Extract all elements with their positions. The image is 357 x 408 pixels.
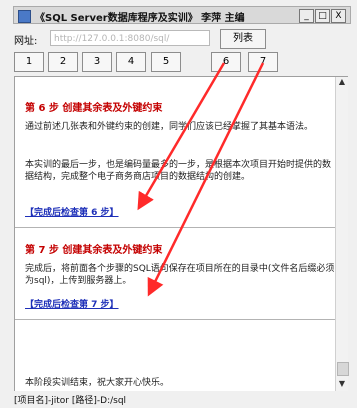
step-buttons: 1 2 3 4 5 6 7 <box>14 52 352 72</box>
step-button-1[interactable]: 1 <box>14 52 44 72</box>
step6-title: 第 6 步 创建其余表及外键约束 <box>25 103 163 114</box>
content-body: 第 6 步 创建其余表及外键约束 通过前述几张表和外键约束的创建，同学们应该已经… <box>15 77 337 391</box>
window-title: 《SQL Server数据库程序及实训》 李萍 主编 <box>35 13 245 24</box>
maximize-button[interactable]: □ <box>315 9 330 23</box>
status-bar: [项目名]-jitor [路径]-D:/sql <box>14 394 352 408</box>
scroll-thumb[interactable] <box>337 362 349 376</box>
scroll-down-icon[interactable]: ▼ <box>337 379 347 389</box>
ending-text: 本阶段实训结束，祝大家开心快乐。 <box>25 378 170 388</box>
step-button-3[interactable]: 3 <box>82 52 112 72</box>
minimize-button[interactable]: _ <box>299 9 314 23</box>
scroll-up-icon[interactable]: ▲ <box>337 77 347 87</box>
divider <box>15 319 337 320</box>
list-button[interactable]: 列表 <box>220 29 266 49</box>
step6-paragraph-1: 通过前述几张表和外键约束的创建，同学们应该已经掌握了其基本语法。 <box>25 122 314 132</box>
step7-paragraph-1: 完成后，将前面各个步骤的SQL语句保存在项目所在的目录中(文件名后缀必须为sql… <box>25 264 335 286</box>
divider <box>15 227 337 228</box>
url-label: 网址: <box>14 36 38 47</box>
step-button-4[interactable]: 4 <box>116 52 146 72</box>
check-step6-link[interactable]: 【完成后检查第 6 步】 <box>25 205 119 218</box>
step7-title: 第 7 步 创建其余表及外键约束 <box>25 245 163 256</box>
window-controls: _ □ X <box>299 9 346 23</box>
close-button[interactable]: X <box>331 9 346 23</box>
url-bar: 网址: http://127.0.0.1:8080/sql/ 列表 <box>14 28 352 49</box>
app-window: 《SQL Server数据库程序及实训》 李萍 主编 _ □ X 网址: htt… <box>0 0 357 408</box>
step-button-2[interactable]: 2 <box>48 52 78 72</box>
step-button-6[interactable]: 6 <box>211 52 241 72</box>
content-pane: 第 6 步 创建其余表及外键约束 通过前述几张表和外键约束的创建，同学们应该已经… <box>14 76 349 391</box>
title-bar: 《SQL Server数据库程序及实训》 李萍 主编 _ □ X <box>13 6 351 24</box>
vertical-scrollbar[interactable]: ▲ ▼ <box>335 77 349 391</box>
url-input[interactable]: http://127.0.0.1:8080/sql/ <box>50 30 210 46</box>
step-button-7[interactable]: 7 <box>248 52 278 72</box>
step6-paragraph-2: 本实训的最后一步，也是编码量最多的一步，是根据本次项目开始时提供的数据结构，完成… <box>25 160 332 182</box>
step-button-5[interactable]: 5 <box>151 52 181 72</box>
check-step7-link[interactable]: 【完成后检查第 7 步】 <box>25 297 119 310</box>
app-icon <box>18 10 31 23</box>
